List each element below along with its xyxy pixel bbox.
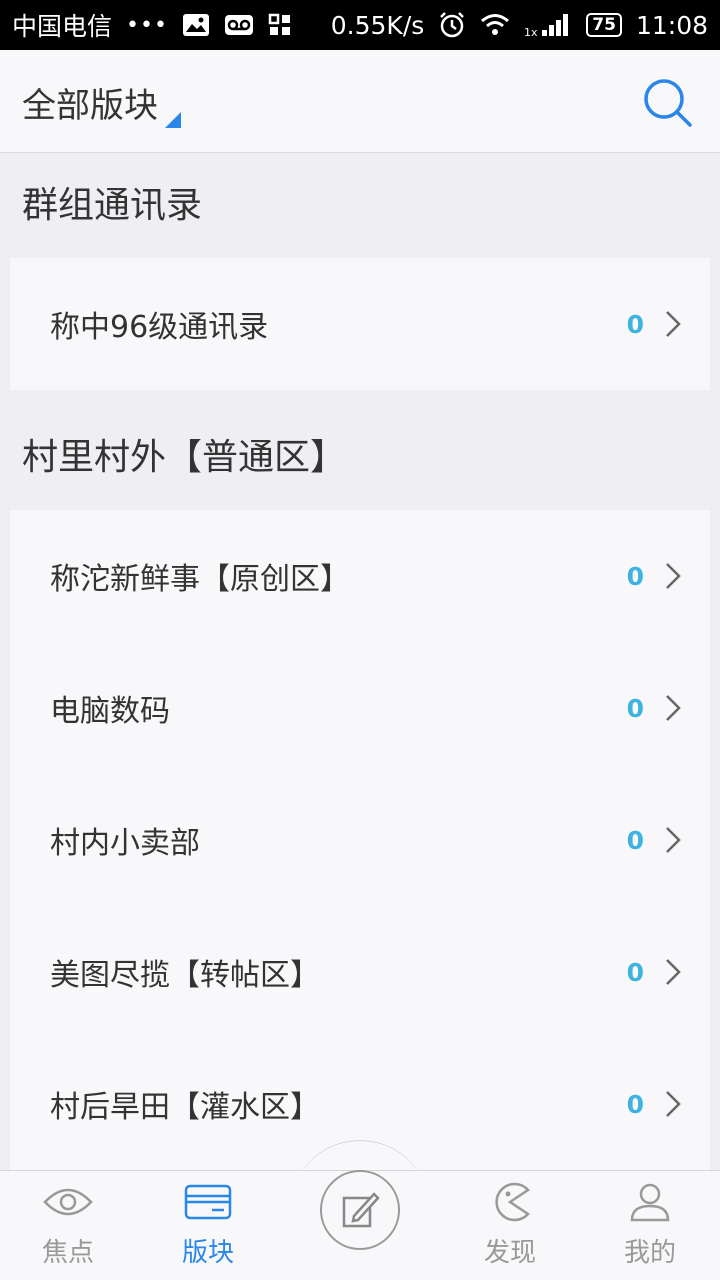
image-icon (182, 13, 210, 37)
alarm-icon (438, 11, 466, 39)
user-icon (630, 1183, 670, 1222)
board-row[interactable]: 称中96级通讯录 0 (10, 258, 710, 390)
nav-tab-mine[interactable]: 我的 (600, 1178, 700, 1278)
compose-button[interactable] (320, 1170, 400, 1250)
board-count: 0 (626, 825, 644, 855)
board-name: 村后旱田【灌水区】 (50, 1090, 320, 1125)
section-title-village: 村里村外【普通区】 (22, 437, 347, 478)
nav-tab-focus[interactable]: 焦点 (18, 1178, 118, 1278)
card-icon (184, 1184, 232, 1220)
eye-icon (43, 1188, 93, 1216)
network-speed: 0.55K/s (330, 10, 425, 40)
board-name: 村内小卖部 (50, 826, 200, 861)
compose-icon (342, 1192, 380, 1228)
nav-tab-boards[interactable]: 版块 (158, 1178, 258, 1278)
section-card-group-contacts: 称中96级通讯录 0 (10, 258, 710, 390)
board-row[interactable]: 美图尽揽【转帖区】 0 (10, 906, 710, 1038)
grid-icon (268, 13, 292, 37)
board-name: 美图尽揽【转帖区】 (50, 958, 320, 993)
nav-tab-discover[interactable]: 发现 (460, 1178, 560, 1278)
voicemail-icon (224, 14, 254, 36)
board-count: 0 (626, 561, 644, 591)
board-name: 电脑数码 (50, 694, 170, 729)
board-filter-dropdown[interactable]: 全部版块 (22, 78, 158, 127)
wifi-icon (480, 13, 510, 37)
more-dots: ••• (126, 12, 168, 38)
chevron-right-icon (666, 959, 681, 985)
nav-label: 焦点 (41, 1238, 94, 1268)
status-bar: 中国电信 ••• 0.55K/s 1x 75 11:08 (0, 0, 720, 50)
board-count: 0 (626, 693, 644, 723)
battery-indicator: 75 (586, 13, 622, 37)
nav-label: 发现 (483, 1238, 536, 1268)
section-card-village: 称沱新鲜事【原创区】 0 电脑数码 0 村内小卖部 0 美图尽揽【转帖区】 0 … (10, 510, 710, 1170)
nav-label: 我的 (623, 1238, 676, 1268)
board-row[interactable]: 称沱新鲜事【原创区】 0 (10, 510, 710, 642)
chevron-right-icon (666, 827, 681, 853)
board-count: 0 (626, 309, 644, 339)
board-name: 称沱新鲜事【原创区】 (50, 562, 350, 597)
clock: 11:08 (635, 10, 708, 40)
carrier-label: 中国电信 (12, 12, 113, 41)
board-name: 称中96级通讯录 (50, 310, 269, 345)
top-header: 全部版块 (0, 50, 720, 153)
chevron-right-icon (666, 695, 681, 721)
chevron-right-icon (666, 311, 681, 337)
board-count: 0 (626, 1089, 644, 1119)
dropdown-triangle-icon[interactable] (165, 112, 181, 128)
board-count: 0 (626, 957, 644, 987)
svg-text:1x: 1x (524, 26, 538, 38)
pacman-icon (495, 1182, 530, 1222)
chevron-right-icon (666, 563, 681, 589)
section-title-group-contacts: 群组通讯录 (22, 185, 203, 226)
signal-icon: 1x (524, 12, 572, 38)
search-icon[interactable] (640, 75, 696, 131)
board-row[interactable]: 村内小卖部 0 (10, 774, 710, 906)
board-row[interactable]: 电脑数码 0 (10, 642, 710, 774)
chevron-right-icon (666, 1091, 681, 1117)
nav-label: 版块 (181, 1238, 234, 1268)
